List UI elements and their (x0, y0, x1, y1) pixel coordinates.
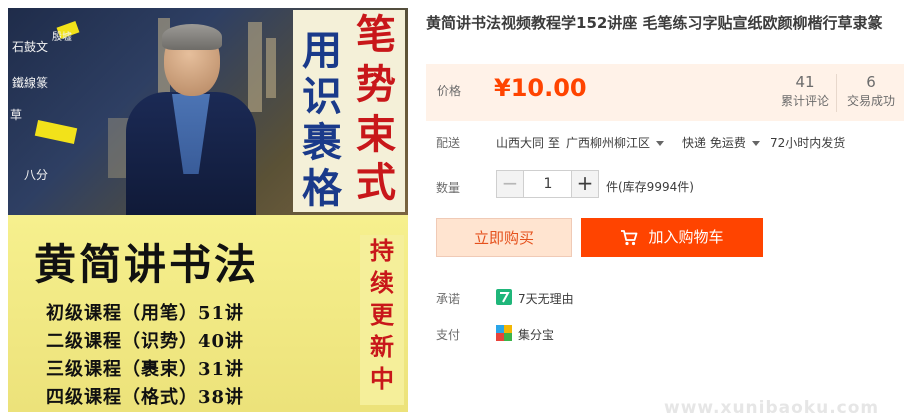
sticker-text: 鐵線篆 (12, 76, 49, 90)
destination-text: 广西柳州柳江区 (566, 136, 651, 150)
promise-label: 承诺 (436, 292, 461, 306)
chevron-down-icon (656, 141, 665, 146)
shipping-method-select[interactable]: 快递 免运费 (682, 134, 760, 151)
sticker-text: 殷墟 (52, 32, 72, 43)
sticker-text: 草 (10, 108, 23, 122)
quantity-input[interactable] (524, 171, 572, 197)
sticker-text: 石鼓文 (12, 40, 49, 54)
quantity-minus-button[interactable]: − (497, 171, 524, 197)
quantity-label: 数量 (436, 181, 461, 195)
add-to-cart-button[interactable]: 加入购物车 (581, 218, 763, 257)
jifenbao-icon (496, 325, 512, 341)
sticker-text: 八分 (24, 168, 49, 182)
update-char: 新 (370, 333, 394, 361)
payment-text[interactable]: 集分宝 (518, 326, 554, 343)
price-label: 价格 (437, 84, 462, 98)
decor-tag (34, 120, 78, 144)
title-char: 格 (302, 166, 342, 212)
title-panel: 笔 用 势 识 束 裹 式 格 (293, 10, 405, 212)
course-banner: 黄简讲书法 初级课程（用笔）51讲 二级课程（识势）40讲 三级课程（裹束）31… (8, 215, 408, 412)
course-line: 四级课程（格式）38讲 (46, 387, 245, 408)
add-to-cart-label: 加入购物车 (648, 228, 724, 246)
title-char: 式 (356, 160, 396, 206)
title-char: 势 (356, 62, 396, 108)
cart-icon (621, 229, 638, 245)
buy-now-button[interactable]: 立即购买 (436, 218, 572, 257)
shipping-label: 配送 (436, 136, 461, 150)
stat-divider (836, 74, 837, 112)
update-char: 持 (370, 237, 394, 265)
review-label: 累计评论 (780, 94, 829, 108)
dispatch-time: 72小时内发货 (770, 136, 846, 150)
seven-day-return-icon (496, 289, 512, 305)
update-char: 中 (370, 365, 394, 393)
product-title: 黄简讲书法视频教程学152讲座 毛笔练习字贴宣纸欧颜柳楷行草隶篆 (426, 14, 883, 32)
product-image[interactable]: 石鼓文 殷墟 鐵線篆 草 八分 笔 用 势 识 束 裹 式 格 黄简讲书法 初级… (8, 8, 408, 412)
review-stat[interactable]: 41 累计评论 (773, 72, 837, 110)
presenter-figure (126, 24, 256, 215)
sold-stat: 6 交易成功 (840, 72, 902, 110)
title-char: 笔 (356, 12, 396, 58)
review-count: 41 (795, 73, 815, 91)
title-char: 裹 (302, 120, 342, 166)
quantity-plus-button[interactable]: + (571, 171, 598, 197)
title-char: 束 (356, 112, 396, 158)
shipping-method-text: 快递 免运费 (682, 136, 746, 150)
photo-area: 石鼓文 殷墟 鐵線篆 草 八分 笔 用 势 识 束 裹 式 格 (8, 8, 408, 215)
destination-select[interactable]: 广西柳州柳江区 (566, 134, 665, 151)
title-char: 用 (302, 28, 342, 74)
payment-label: 支付 (436, 328, 461, 342)
sold-label: 交易成功 (846, 94, 895, 108)
update-char: 续 (370, 269, 394, 297)
bookshelf-book (266, 38, 276, 98)
watermark: www.xunibaoku.com (664, 398, 880, 418)
price-value: ¥10.00 (494, 74, 587, 102)
price-panel: 价格 ¥10.00 41 累计评论 6 交易成功 (426, 64, 904, 121)
quantity-stepper: − + (496, 170, 599, 198)
update-char: 更 (370, 301, 394, 329)
promise-text[interactable]: 7天无理由 (518, 290, 574, 307)
stock-text: 件(库存9994件) (606, 180, 694, 194)
course-line: 初级课程（用笔）51讲 (46, 303, 245, 324)
chevron-down-icon (751, 141, 760, 146)
update-notice: 持 续 更 新 中 (360, 235, 404, 405)
banner-title: 黄简讲书法 (34, 240, 260, 289)
title-char: 识 (302, 74, 342, 120)
shipping-origin: 山西大同 至 (496, 136, 560, 150)
sold-count: 6 (866, 73, 876, 91)
course-line: 三级课程（裹束）31讲 (46, 359, 245, 380)
course-line: 二级课程（识势）40讲 (46, 331, 245, 352)
